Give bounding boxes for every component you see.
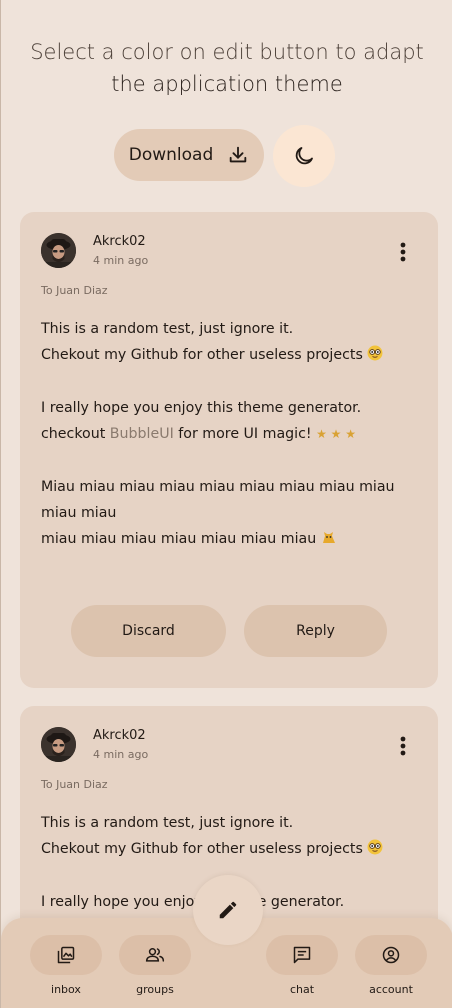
message-card: Akrck02 4 min ago To Juan Diaz This is a… xyxy=(20,212,438,688)
moon-icon xyxy=(295,147,313,165)
recipient-line: To Juan Diaz xyxy=(41,284,108,297)
author-name: Akrck02 xyxy=(93,234,146,249)
cat-emoji-icon xyxy=(322,532,335,544)
compose-fab[interactable] xyxy=(193,875,263,945)
bubbleui-link[interactable]: BubbleUI xyxy=(110,426,174,442)
stars-icon: ★ ★ ★ xyxy=(316,427,357,442)
dark-mode-toggle[interactable] xyxy=(273,125,335,187)
nav-label-inbox: inbox xyxy=(51,983,81,996)
edit-icon xyxy=(219,901,237,919)
groups-icon xyxy=(145,948,165,962)
reply-button[interactable]: Reply xyxy=(244,605,387,657)
download-icon xyxy=(230,146,247,163)
nav-item-inbox[interactable]: inbox xyxy=(29,935,103,996)
download-button-label: Download xyxy=(128,145,214,165)
chat-icon xyxy=(293,946,311,964)
nerd-emoji-icon xyxy=(367,839,383,855)
body-line: checkout BubbleUI for more UI magic! ★ ★… xyxy=(41,426,357,443)
recipient-line: To Juan Diaz xyxy=(41,778,108,791)
message-time: 4 min ago xyxy=(93,254,149,267)
headline-line-1: Select a color on edit button to adapt xyxy=(30,40,424,64)
more-options-button[interactable] xyxy=(390,239,416,265)
nav-item-account[interactable]: account xyxy=(354,935,428,996)
avatar xyxy=(41,233,76,268)
theme-headline: Select a color on edit button to adapt t… xyxy=(1,36,452,100)
nav-label-chat: chat xyxy=(289,983,315,996)
more-vert-icon xyxy=(400,736,406,756)
body-line: miau miau miau miau miau miau miau xyxy=(41,526,411,552)
more-vert-icon xyxy=(400,242,406,262)
headline-line-2: the application theme xyxy=(111,72,343,96)
body-line: Chekout my Github for other useless proj… xyxy=(41,836,411,862)
account-icon xyxy=(382,946,400,964)
more-options-button[interactable] xyxy=(390,733,416,759)
nerd-emoji-icon xyxy=(367,345,383,361)
app-screen: Select a color on edit button to adapt t… xyxy=(0,0,452,1008)
discard-button[interactable]: Discard xyxy=(71,605,226,657)
body-line: miau miau xyxy=(41,505,117,522)
body-line: I really hope you enjoy this theme gener… xyxy=(41,399,362,416)
message-body: This is a random test, just ignore it. C… xyxy=(41,316,411,553)
avatar xyxy=(41,727,76,762)
nav-item-chat[interactable]: chat xyxy=(265,935,339,996)
body-line: This is a random test, just ignore it. xyxy=(41,321,294,337)
nav-label-groups: groups xyxy=(136,983,174,996)
body-line: Chekout my Github for other useless proj… xyxy=(41,342,411,368)
author-name: Akrck02 xyxy=(93,728,146,743)
inbox-icon xyxy=(57,946,75,964)
nav-label-account: account xyxy=(369,983,413,996)
message-time: 4 min ago xyxy=(93,748,149,761)
body-line: Miau miau miau miau miau miau miau miau … xyxy=(41,478,395,495)
download-button[interactable]: Download xyxy=(114,129,264,181)
body-line: This is a random test, just ignore it. xyxy=(41,815,294,831)
nav-item-groups[interactable]: groups xyxy=(118,935,192,996)
